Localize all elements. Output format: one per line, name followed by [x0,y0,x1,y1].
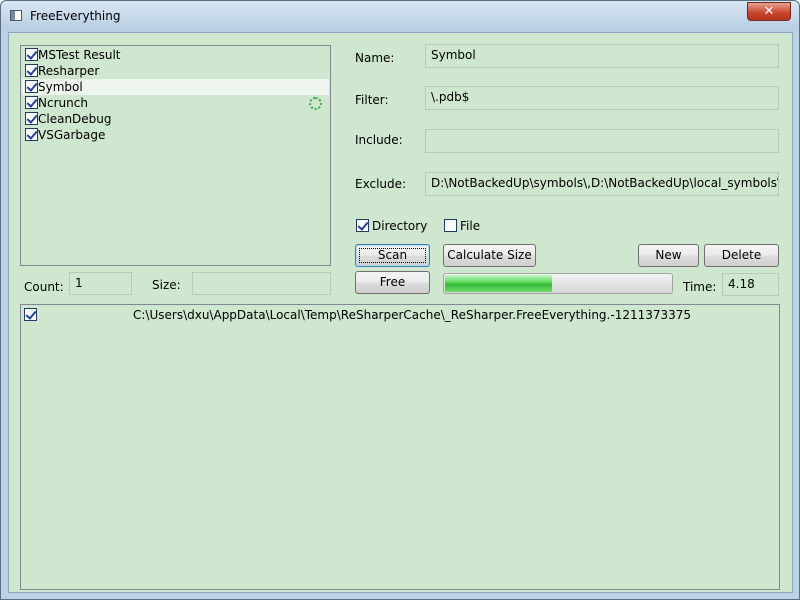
app-window: FreeEverything ✕ MSTest Result Resharper… [0,0,800,600]
profile-checkbox[interactable] [25,48,38,61]
exclude-label: Exclude: [355,177,407,191]
profile-label: Symbol [38,80,83,94]
directory-checkbox[interactable] [356,219,369,232]
main-panel: MSTest Result Resharper Symbol Ncrunch C… [8,32,793,593]
count-field: 1 [69,272,132,295]
profile-label: CleanDebug [38,112,112,126]
delete-button[interactable]: Delete [704,244,779,267]
list-item[interactable]: MSTest Result [22,47,329,63]
scan-progress-bar [443,273,673,294]
exclude-field[interactable]: D:\NotBackedUp\symbols\,D:\NotBackedUp\l… [425,172,779,196]
time-label: Time: [683,280,717,294]
file-checkbox[interactable] [444,219,457,232]
size-label: Size: [152,278,181,292]
directory-label[interactable]: Directory [372,219,427,233]
list-item[interactable]: Ncrunch [22,95,329,111]
size-field [192,272,331,295]
profile-checkbox[interactable] [25,64,38,77]
name-field[interactable]: Symbol [425,44,779,68]
title-bar[interactable]: FreeEverything ✕ [1,1,799,31]
calculate-size-button[interactable]: Calculate Size [443,244,536,267]
profile-label: MSTest Result [38,48,121,62]
profile-label: VSGarbage [38,128,106,142]
profile-checkbox[interactable] [25,80,38,93]
progress-fill [445,275,553,292]
list-item[interactable]: Resharper [22,63,329,79]
list-item-selected[interactable]: Symbol [22,79,329,95]
window-icon [10,10,22,21]
results-list[interactable]: C:\Users\dxu\AppData\Local\Temp\ReSharpe… [20,304,780,590]
file-label[interactable]: File [460,219,480,233]
profile-checkbox[interactable] [25,96,38,109]
result-checkbox[interactable] [24,308,37,321]
close-button[interactable]: ✕ [747,2,791,21]
new-button[interactable]: New [638,244,699,267]
profile-checkbox[interactable] [25,128,38,141]
include-label: Include: [355,133,403,147]
scan-button[interactable]: Scan [355,244,430,267]
filter-label: Filter: [355,93,389,107]
result-path: C:\Users\dxu\AppData\Local\Temp\ReSharpe… [133,308,692,322]
profile-label: Ncrunch [38,96,88,110]
list-item[interactable]: CleanDebug [22,111,329,127]
profile-label: Resharper [38,64,100,78]
count-label: Count: [24,280,64,294]
include-field[interactable] [425,129,779,153]
filter-field[interactable]: \.pdb$ [425,86,779,110]
profile-list[interactable]: MSTest Result Resharper Symbol Ncrunch C… [20,45,331,266]
profile-checkbox[interactable] [25,112,38,125]
list-item[interactable]: VSGarbage [22,127,329,143]
spinner-icon [309,97,322,110]
window-title: FreeEverything [30,9,121,23]
table-row[interactable]: C:\Users\dxu\AppData\Local\Temp\ReSharpe… [22,306,778,322]
time-field: 4.18 [722,273,779,296]
free-button[interactable]: Free [355,271,430,294]
name-label: Name: [355,51,395,65]
